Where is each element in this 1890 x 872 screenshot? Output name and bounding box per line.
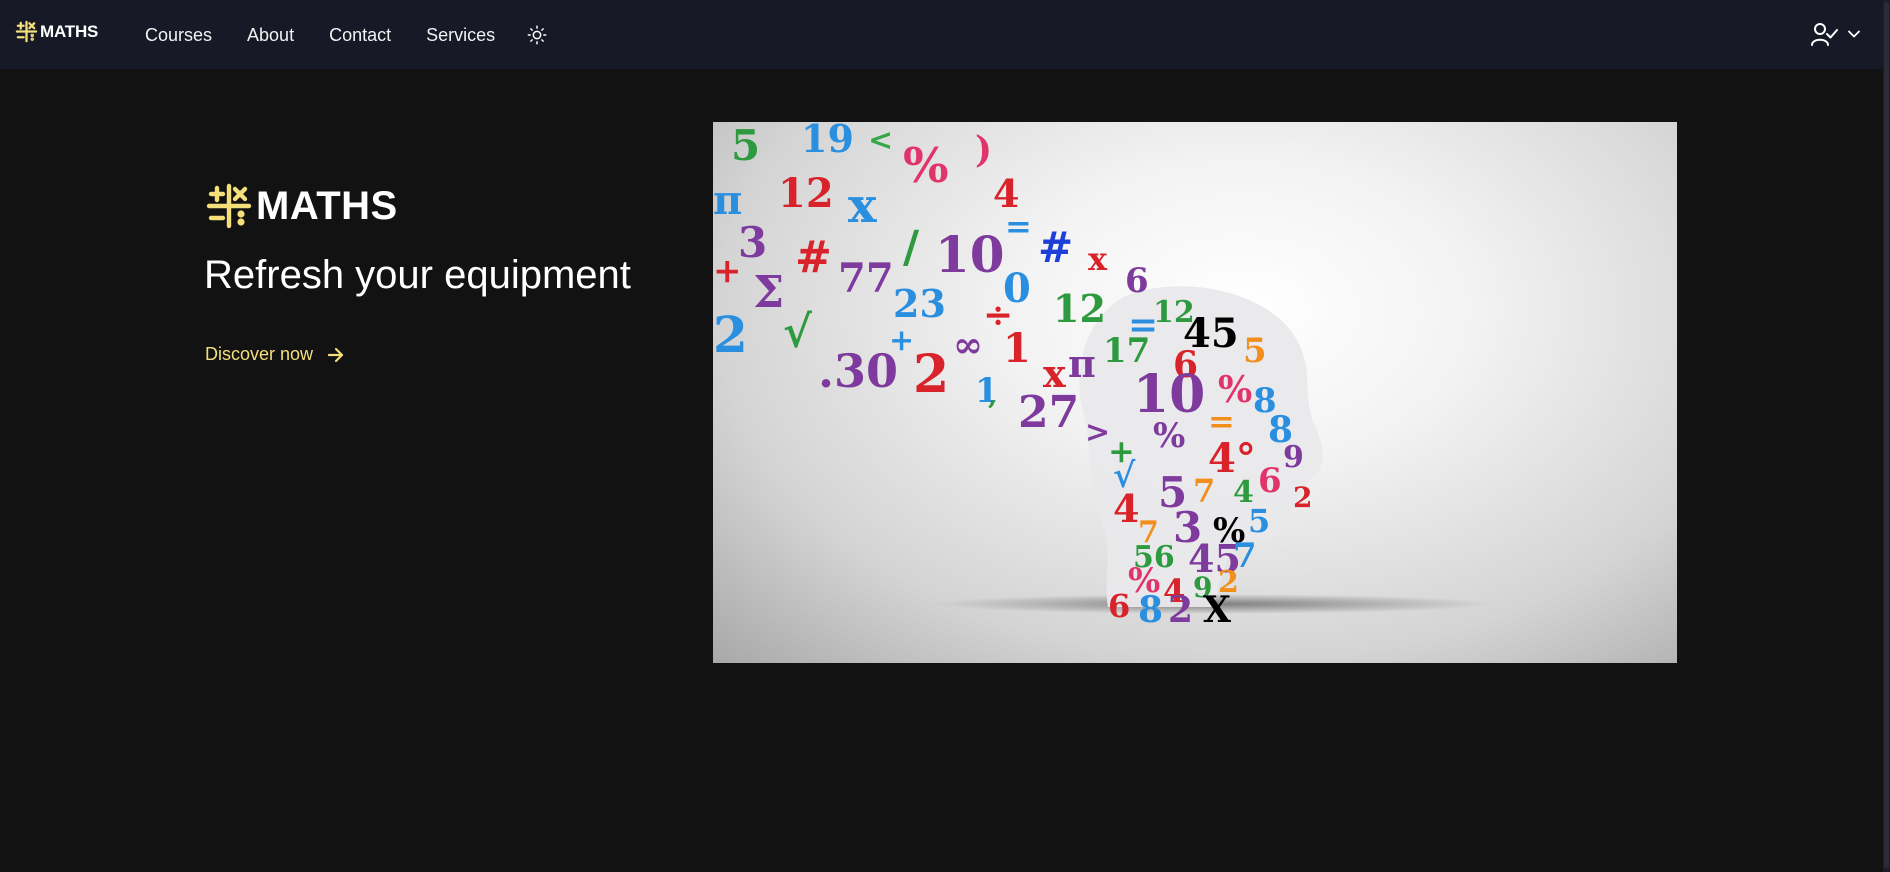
svg-text:2: 2 xyxy=(1168,589,1193,631)
svg-text:23: 23 xyxy=(893,281,946,326)
svg-text:+: + xyxy=(713,251,742,291)
scrollbar[interactable] xyxy=(1883,0,1890,872)
svg-text:9: 9 xyxy=(1283,440,1304,475)
number-head-illustration: 5 19 < % ) π 12 x 4 3 # 77 / 10 = # x 6 … xyxy=(713,122,1493,631)
sun-icon xyxy=(527,25,547,45)
svg-text:=: = xyxy=(1005,207,1032,245)
svg-text:4: 4 xyxy=(1113,486,1139,531)
svg-text:19: 19 xyxy=(801,122,854,161)
svg-text:/: / xyxy=(903,222,920,273)
svg-text:5: 5 xyxy=(1248,502,1270,540)
svg-text:10: 10 xyxy=(935,225,1005,284)
svg-text:8: 8 xyxy=(1138,589,1163,631)
svg-text:X: X xyxy=(1203,589,1231,631)
hero-heading: Refresh your equipment xyxy=(204,253,631,297)
svg-text:#: # xyxy=(795,232,832,283)
nav-links: Courses About Contact Services xyxy=(145,24,530,46)
top-navbar: MATHS Courses About Contact Services xyxy=(0,0,1890,69)
svg-text:Σ: Σ xyxy=(753,267,784,318)
svg-text:%: % xyxy=(903,138,949,194)
arrow-right-icon xyxy=(327,347,344,362)
svg-text:3: 3 xyxy=(738,218,767,267)
hero-image: 5 19 < % ) π 12 x 4 3 # 77 / 10 = # x 6 … xyxy=(713,122,1677,663)
brand-name: MATHS xyxy=(40,21,99,41)
svg-text:12: 12 xyxy=(1053,286,1106,331)
maths-logo-icon xyxy=(15,20,38,43)
svg-text:.30: .30 xyxy=(818,344,898,398)
hero-brand-name: MATHS xyxy=(256,183,398,228)
svg-text:π: π xyxy=(713,177,742,224)
svg-text:π: π xyxy=(1068,341,1096,386)
nav-link-courses[interactable]: Courses xyxy=(145,24,212,46)
hero-logo: MATHS xyxy=(205,182,398,230)
nav-link-about[interactable]: About xyxy=(247,24,294,46)
svg-text:12: 12 xyxy=(778,170,834,217)
discover-now-link[interactable]: Discover now xyxy=(205,344,345,365)
brand-link[interactable]: MATHS xyxy=(15,20,98,43)
svg-text:∞: ∞ xyxy=(953,324,983,366)
svg-text:77: 77 xyxy=(838,255,894,302)
svg-text:6: 6 xyxy=(1125,261,1149,301)
maths-logo-icon xyxy=(206,183,252,229)
svg-text:2: 2 xyxy=(1293,481,1312,514)
svg-text:%: % xyxy=(1153,416,1185,456)
chevron-down-icon xyxy=(1848,30,1860,38)
discover-now-label: Discover now xyxy=(205,344,314,364)
user-menu-button[interactable] xyxy=(1810,21,1860,47)
user-check-icon xyxy=(1811,23,1838,46)
svg-text:5: 5 xyxy=(1243,331,1267,371)
svg-text:+: + xyxy=(889,323,914,358)
svg-text:2: 2 xyxy=(913,344,949,405)
svg-text:): ) xyxy=(975,129,992,171)
theme-toggle-button[interactable] xyxy=(526,24,548,46)
svg-text:,: , xyxy=(988,381,997,411)
nav-link-contact[interactable]: Contact xyxy=(329,24,391,46)
svg-text:√: √ xyxy=(783,307,812,358)
svg-text:x: x xyxy=(848,178,877,234)
scrollbar-thumb[interactable] xyxy=(1884,2,1889,868)
nav-link-services[interactable]: Services xyxy=(426,24,495,46)
svg-text:>: > xyxy=(1085,415,1110,450)
svg-text:x: x xyxy=(1088,240,1108,278)
svg-text:6: 6 xyxy=(1108,587,1130,625)
svg-text:#: # xyxy=(1038,223,1073,272)
svg-text:1: 1 xyxy=(1003,325,1031,372)
svg-text:<: < xyxy=(868,123,893,158)
svg-text:6: 6 xyxy=(1258,461,1282,501)
svg-text:x: x xyxy=(1043,351,1066,396)
svg-text:5: 5 xyxy=(731,122,760,170)
svg-text:2: 2 xyxy=(713,305,748,364)
